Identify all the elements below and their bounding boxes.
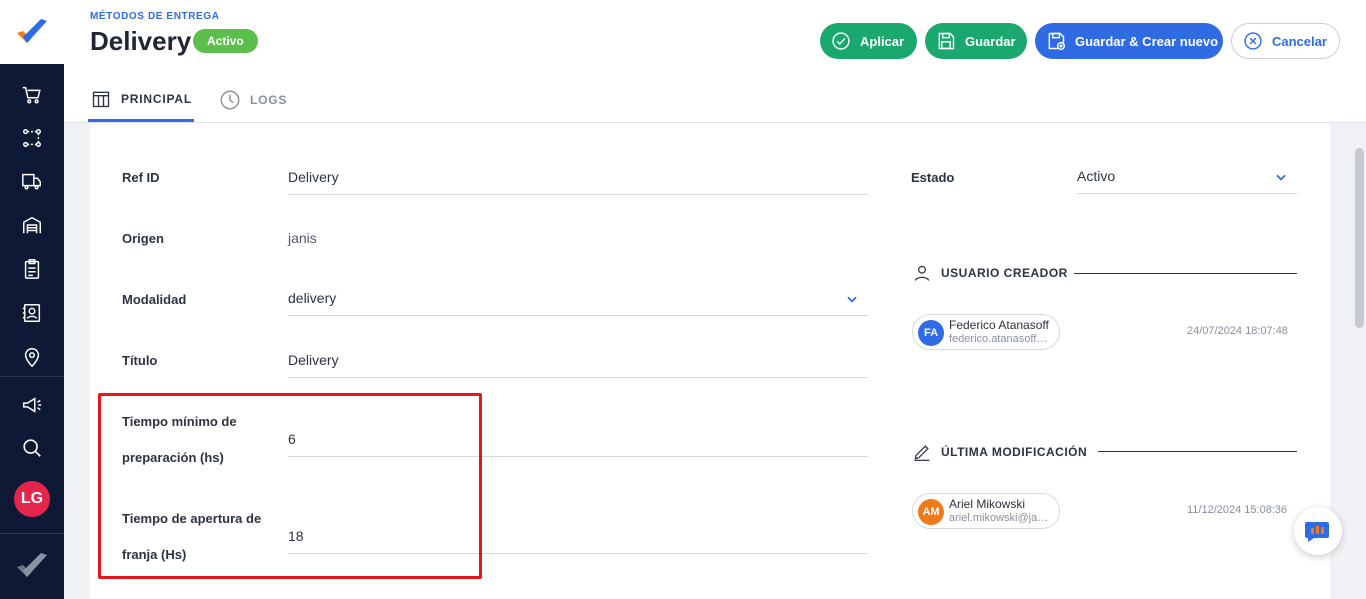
creator-avatar: FA (918, 320, 944, 346)
creator-date: 24/07/2024 18:07:48 (1187, 325, 1288, 337)
check-circle-icon (830, 30, 852, 52)
janis-logo-mono-icon (17, 553, 47, 577)
apply-label: Aplicar (860, 33, 905, 49)
creator-heading: USUARIO CREADOR (911, 262, 1068, 284)
apply-button[interactable]: Aplicar (820, 23, 917, 59)
user-icon (911, 262, 933, 284)
truck-icon[interactable] (16, 165, 48, 197)
cancel-button[interactable]: Cancelar (1231, 23, 1340, 59)
state-label: Estado (911, 170, 955, 185)
tab-logs[interactable]: LOGS (219, 78, 287, 122)
creator-heading-text: USUARIO CREADOR (941, 266, 1068, 280)
chevron-down-icon[interactable] (1273, 169, 1289, 185)
save-and-new-button[interactable]: Guardar & Crear nuevo (1035, 23, 1223, 59)
brand-footer (0, 533, 64, 599)
location-icon[interactable] (16, 341, 48, 373)
status-badge: Activo (193, 29, 258, 53)
pencil-icon (911, 441, 933, 463)
search-icon[interactable] (16, 432, 48, 464)
floppy-disk-icon (935, 30, 957, 52)
scrollbar-thumb[interactable] (1355, 148, 1364, 328)
modality-label: Modalidad (122, 292, 187, 307)
modifier-heading-text: ÚLTIMA MODIFICACIÓN (941, 445, 1088, 459)
origin-value: janis (288, 230, 317, 246)
sidebar: LG (0, 0, 64, 599)
title-underline (288, 377, 868, 378)
cart-icon[interactable] (16, 79, 48, 111)
title-input[interactable]: Delivery (288, 352, 339, 368)
modifier-email: ariel.mikowski@janis.im (949, 512, 1053, 524)
close-circle-icon (1242, 30, 1264, 52)
ref-id-label: Ref ID (122, 170, 160, 185)
cancel-label: Cancelar (1272, 33, 1327, 49)
modality-select[interactable]: delivery (288, 290, 336, 306)
chevron-down-icon[interactable] (844, 291, 860, 307)
ref-id-input[interactable]: Delivery (288, 169, 339, 185)
sidebar-divider (0, 376, 64, 377)
table-icon (90, 88, 112, 110)
megaphone-icon[interactable] (16, 389, 48, 421)
title-label: Título (122, 353, 158, 368)
state-select[interactable]: Activo (1077, 168, 1115, 184)
modifier-date: 11/12/2024 15:08:36 (1187, 504, 1288, 516)
creator-chip[interactable]: FA Federico Atanasoff federico.atanasoff… (912, 314, 1060, 350)
modifier-chip[interactable]: AM Ariel Mikowski ariel.mikowski@janis.i… (912, 493, 1060, 529)
janis-logo-icon (17, 19, 47, 43)
modality-underline (288, 315, 868, 316)
origin-label: Origen (122, 231, 164, 246)
tab-label: PRINCIPAL (121, 91, 192, 106)
tab-principal[interactable]: PRINCIPAL (88, 78, 194, 122)
route-icon[interactable] (16, 122, 48, 154)
creator-divider (1074, 273, 1297, 274)
creator-name: Federico Atanasoff (949, 318, 1049, 332)
modifier-name: Ariel Mikowski (949, 497, 1026, 511)
save-button[interactable]: Guardar (925, 23, 1027, 59)
clock-icon (219, 89, 241, 111)
modifier-avatar: AM (918, 499, 944, 525)
user-avatar[interactable]: LG (14, 481, 50, 517)
state-underline (1077, 193, 1297, 194)
clipboard-icon[interactable] (16, 253, 48, 285)
breadcrumb[interactable]: MÉTODOS DE ENTREGA (90, 11, 220, 22)
app-logo[interactable] (0, 0, 64, 64)
ref-id-underline (288, 194, 868, 195)
warehouse-icon[interactable] (16, 209, 48, 241)
modifier-heading: ÚLTIMA MODIFICACIÓN (911, 441, 1087, 463)
chat-widget-button[interactable] (1294, 507, 1342, 555)
chat-bubble-icon (1305, 522, 1329, 542)
tab-label: LOGS (250, 93, 288, 107)
page-title: Delivery (90, 26, 192, 56)
contacts-icon[interactable] (16, 297, 48, 329)
modifier-divider (1098, 451, 1297, 452)
page-header: MÉTODOS DE ENTREGA Delivery Activo Aplic… (64, 0, 1366, 123)
highlight-annotation (98, 393, 482, 579)
floppy-disk-plus-icon (1045, 30, 1067, 52)
save-label: Guardar (965, 33, 1016, 49)
save-and-new-label: Guardar & Crear nuevo (1075, 33, 1219, 49)
creator-email: federico.atanasoff@janis.im (949, 333, 1053, 345)
